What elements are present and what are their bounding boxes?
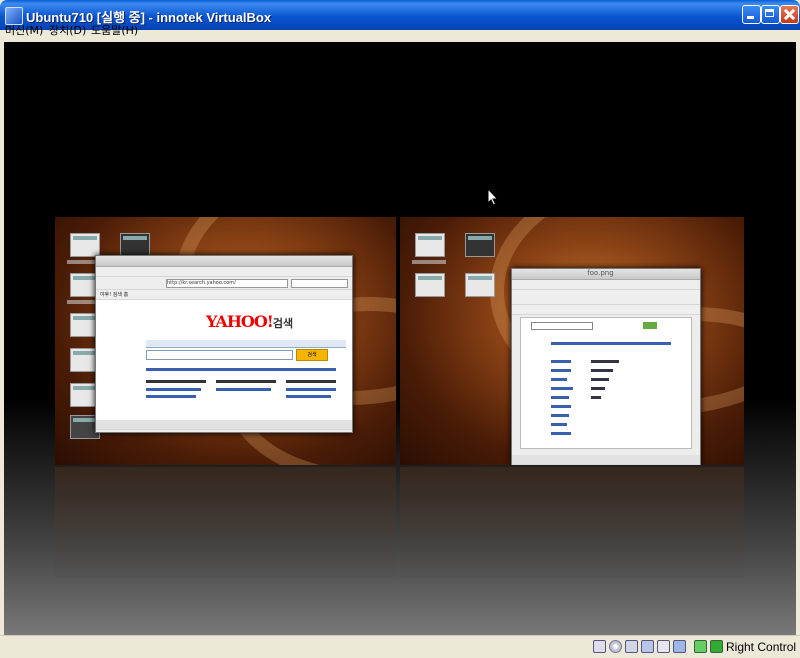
image-text-row <box>551 423 567 426</box>
browser-titlebar[interactable] <box>96 256 352 267</box>
desktop-icon[interactable] <box>120 233 150 257</box>
browser-statusbar <box>96 420 352 430</box>
desktop-icon[interactable] <box>465 233 495 257</box>
browser-window[interactable]: http://kr.search.yahoo.com/ 야후! 검색 홈 YAH… <box>95 255 353 433</box>
desktop-icon[interactable] <box>465 273 495 297</box>
link-row[interactable] <box>286 388 336 391</box>
image-text-row <box>551 387 573 390</box>
link-row[interactable] <box>146 395 196 398</box>
yahoo-search-input[interactable] <box>146 350 293 360</box>
image-bar <box>591 387 605 390</box>
image-text-row <box>551 360 571 363</box>
browser-tabbar[interactable]: 야후! 검색 홈 <box>96 290 352 300</box>
host-key-icon[interactable] <box>710 640 723 653</box>
image-search-box <box>531 322 593 330</box>
hdd-icon[interactable] <box>593 640 606 653</box>
usb-icon[interactable] <box>657 640 670 653</box>
mouse-integration-icon[interactable] <box>694 640 707 653</box>
close-icon <box>781 6 798 23</box>
image-search-button <box>643 322 657 329</box>
image-text-row <box>551 378 567 381</box>
viewer-statusbar <box>512 455 700 465</box>
workspace-left[interactable]: http://kr.search.yahoo.com/ 야후! 검색 홈 YAH… <box>55 217 396 465</box>
image-text-row <box>551 405 571 408</box>
host-key-label: Right Control <box>726 640 797 654</box>
browser-navbar[interactable]: http://kr.search.yahoo.com/ <box>96 277 352 290</box>
vm-screen[interactable]: http://kr.search.yahoo.com/ 야후! 검색 홈 YAH… <box>4 42 796 635</box>
workspace-left-reflection <box>55 467 396 577</box>
workspace-right-reflection <box>400 467 744 577</box>
image-text-row <box>551 369 571 372</box>
link-row[interactable] <box>286 395 331 398</box>
close-button[interactable] <box>780 5 799 24</box>
image-text-row <box>551 414 569 417</box>
network-icon[interactable] <box>641 640 654 653</box>
link-row[interactable] <box>216 388 271 391</box>
image-text-row <box>551 432 571 435</box>
viewer-title: foo.png <box>587 269 614 277</box>
image-text-row <box>551 342 671 345</box>
image-bar <box>591 396 601 399</box>
link-row[interactable] <box>146 388 201 391</box>
minimize-button[interactable] <box>742 5 761 24</box>
cd-icon[interactable] <box>609 640 622 653</box>
image-text-row <box>551 396 569 399</box>
menu-devices[interactable]: 장치(D) <box>49 24 86 38</box>
desktop-icon[interactable] <box>70 233 100 257</box>
address-bar[interactable]: http://kr.search.yahoo.com/ <box>166 279 288 288</box>
maximize-button[interactable] <box>761 5 780 24</box>
desktop-icon[interactable] <box>415 233 445 257</box>
mouse-cursor-icon <box>487 188 499 206</box>
virtualbox-app-icon[interactable] <box>5 7 23 25</box>
menu-bar: 머신(M) 장치(D) 도움말(H) <box>0 24 800 42</box>
desktop-icon-label <box>412 260 446 264</box>
viewer-inner-addressbar <box>512 305 700 315</box>
workspace-right[interactable]: foo.png <box>400 217 744 465</box>
statusbar: Right Control <box>0 635 800 658</box>
section-header <box>286 380 336 383</box>
browser-page[interactable]: YAHOO!검색 검색 <box>96 300 352 420</box>
section-header <box>146 380 206 383</box>
viewer-titlebar[interactable]: foo.png <box>512 269 700 280</box>
desktop-icon[interactable] <box>415 273 445 297</box>
browser-menubar[interactable] <box>96 267 352 277</box>
yahoo-logo: YAHOO!검색 <box>206 312 294 331</box>
viewer-image <box>520 317 692 449</box>
maximize-icon <box>762 6 779 23</box>
image-bar <box>591 360 619 363</box>
link-row[interactable] <box>146 368 336 371</box>
section-header <box>216 380 276 383</box>
image-bar <box>591 369 613 372</box>
menu-help[interactable]: 도움말(H) <box>91 24 138 38</box>
image-viewer-window[interactable]: foo.png <box>511 268 701 465</box>
minimize-icon <box>743 6 760 23</box>
image-bar <box>591 378 609 381</box>
viewer-menubar[interactable] <box>512 280 700 290</box>
floppy-icon[interactable] <box>625 640 638 653</box>
browser-search-box[interactable] <box>291 279 348 288</box>
menu-machine[interactable]: 머신(M) <box>5 24 43 38</box>
browser-tab[interactable]: 야후! 검색 홈 <box>100 291 128 298</box>
viewer-toolbar[interactable] <box>512 290 700 305</box>
search-tabs[interactable] <box>146 340 346 348</box>
yahoo-search-button[interactable]: 검색 <box>296 349 328 361</box>
shared-folder-icon[interactable] <box>673 640 686 653</box>
